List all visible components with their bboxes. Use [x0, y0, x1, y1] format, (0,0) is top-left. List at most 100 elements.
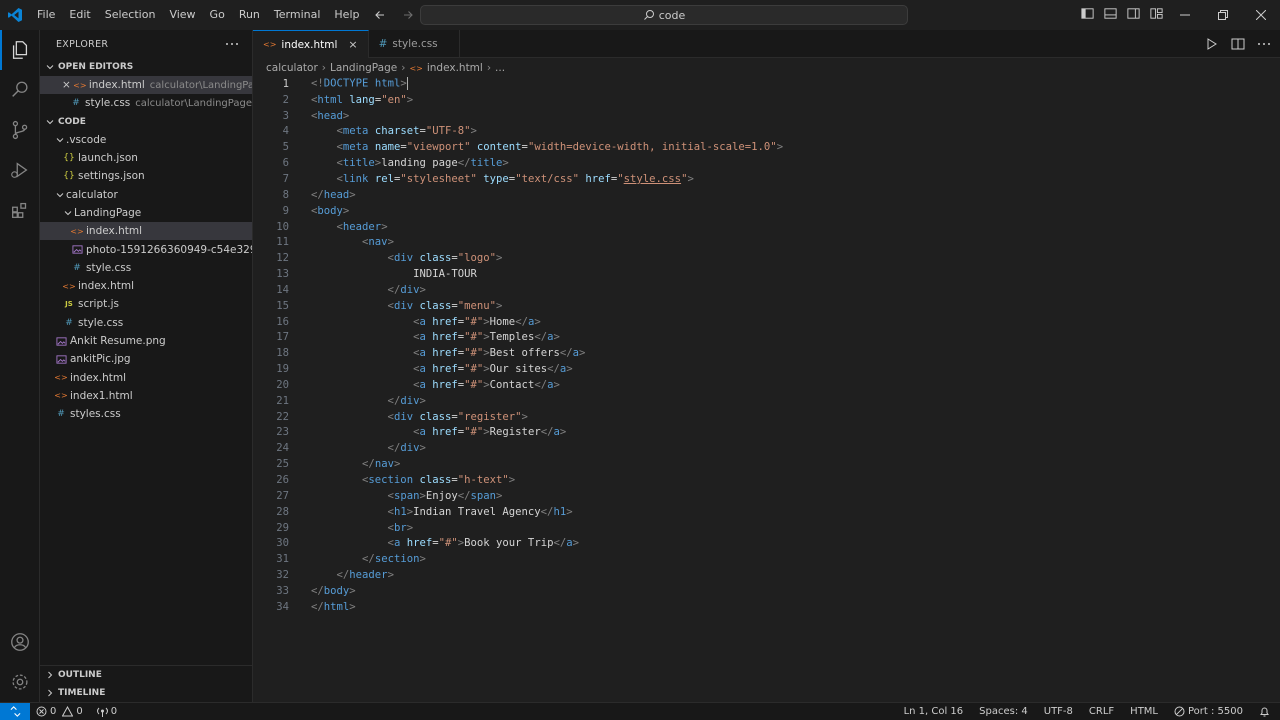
problems-indicator[interactable]: 0 0 0 [36, 706, 117, 717]
menu-help[interactable]: Help [327, 0, 366, 30]
back-arrow-icon[interactable] [372, 6, 388, 24]
end-of-line[interactable]: CRLF [1089, 706, 1114, 717]
breadcrumb-item[interactable]: LandingPage [330, 62, 397, 74]
toggle-secondary-sidebar-icon[interactable] [1126, 6, 1141, 21]
outline-section[interactable]: OUTLINE [40, 666, 253, 684]
code-line[interactable]: 32 </header> [253, 567, 1280, 583]
close-icon[interactable]: × [348, 38, 357, 51]
menu-go[interactable]: Go [203, 0, 232, 30]
file-item[interactable]: {} settings.json [40, 167, 252, 185]
breadcrumb-item[interactable]: index.html [427, 62, 483, 74]
file-item[interactable]: Ankit Resume.png [40, 332, 252, 350]
code-line[interactable]: 15 <div class="menu"> [253, 298, 1280, 314]
encoding[interactable]: UTF-8 [1044, 706, 1073, 717]
toggle-panel-icon[interactable] [1103, 6, 1118, 21]
file-item[interactable]: <> index.html [40, 277, 252, 295]
indentation[interactable]: Spaces: 4 [979, 706, 1028, 717]
code-line[interactable]: 8 </head> [253, 187, 1280, 203]
code-line[interactable]: 11 <nav> [253, 234, 1280, 250]
menu-view[interactable]: View [162, 0, 202, 30]
menu-file[interactable]: File [30, 0, 62, 30]
code-line[interactable]: 20 <a href="#">Contact</a> [253, 377, 1280, 393]
ports-indicator[interactable]: 0 [96, 706, 117, 717]
open-editor-item[interactable]: ×<>index.html calculator\LandingPage [40, 76, 252, 95]
code-line[interactable]: 19 <a href="#">Our sites</a> [253, 361, 1280, 377]
code-line[interactable]: 10 <header> [253, 219, 1280, 235]
code-line[interactable]: 12 <div class="logo"> [253, 250, 1280, 266]
more-actions-icon[interactable] [1256, 36, 1272, 52]
folder-item[interactable]: calculator [40, 185, 252, 203]
explorer-icon[interactable] [0, 30, 40, 70]
workspace-section[interactable]: CODE [40, 113, 252, 131]
code-line[interactable]: 6 <title>landing page</title> [253, 155, 1280, 171]
file-item[interactable]: # styles.css [40, 405, 252, 423]
code-line[interactable]: 18 <a href="#">Best offers</a> [253, 345, 1280, 361]
code-line[interactable]: 25 </nav> [253, 456, 1280, 472]
forward-arrow-icon[interactable] [400, 6, 416, 24]
close-window-icon[interactable] [1242, 0, 1280, 30]
close-icon[interactable]: × [62, 79, 71, 91]
code-line[interactable]: 9 <body> [253, 203, 1280, 219]
tab-style-css[interactable]: # style.css [369, 30, 460, 58]
search-activity-icon[interactable] [0, 70, 40, 110]
code-line[interactable]: 22 <div class="register"> [253, 409, 1280, 425]
code-line[interactable]: 31 </section> [253, 551, 1280, 567]
code-line[interactable]: 27 <span>Enjoy</span> [253, 488, 1280, 504]
extensions-icon[interactable] [0, 190, 40, 230]
code-line[interactable]: 7 <link rel="stylesheet" type="text/css"… [253, 171, 1280, 187]
code-line[interactable]: 26 <section class="h-text"> [253, 472, 1280, 488]
menu-selection[interactable]: Selection [98, 0, 163, 30]
file-item[interactable]: JS script.js [40, 295, 252, 313]
code-line[interactable]: 34 </html> [253, 599, 1280, 615]
file-item[interactable]: ankitPic.jpg [40, 350, 252, 368]
customize-layout-icon[interactable] [1149, 6, 1164, 21]
folder-item[interactable]: .vscode [40, 131, 252, 149]
manage-gear-icon[interactable] [0, 662, 40, 702]
file-item[interactable]: <> index.html [40, 368, 252, 386]
file-item[interactable]: {} launch.json [40, 149, 252, 167]
code-line[interactable]: 23 <a href="#">Register</a> [253, 425, 1280, 441]
file-item[interactable]: <> index.html [40, 222, 252, 241]
open-editors-section[interactable]: OPEN EDITORS [40, 58, 252, 76]
command-center-search[interactable]: code [420, 5, 908, 25]
menu-edit[interactable]: Edit [62, 0, 97, 30]
code-line[interactable]: 33 </body> [253, 583, 1280, 599]
accounts-icon[interactable] [0, 622, 40, 662]
code-line[interactable]: 4 <meta charset="UTF-8"> [253, 124, 1280, 140]
code-line[interactable]: 24 </div> [253, 440, 1280, 456]
code-line[interactable]: 13 INDIA-TOUR [253, 266, 1280, 282]
file-item[interactable]: # style.css [40, 259, 252, 277]
folder-item[interactable]: LandingPage [40, 204, 252, 222]
code-line[interactable]: 1 <!DOCTYPE html> [253, 76, 1280, 92]
minimize-icon[interactable] [1166, 0, 1204, 30]
source-control-icon[interactable] [0, 110, 40, 150]
breadcrumb-item[interactable]: ... [495, 62, 505, 74]
code-line[interactable]: 16 <a href="#">Home</a> [253, 314, 1280, 330]
code-line[interactable]: 17 <a href="#">Temples</a> [253, 330, 1280, 346]
code-line[interactable]: 5 <meta name="viewport" content="width=d… [253, 139, 1280, 155]
notifications-bell-icon[interactable] [1259, 706, 1270, 717]
code-line[interactable]: 2 <html lang="en"> [253, 92, 1280, 108]
remote-indicator-icon[interactable] [0, 702, 30, 720]
timeline-section[interactable]: TIMELINE [40, 684, 253, 702]
menu-terminal[interactable]: Terminal [267, 0, 328, 30]
restore-icon[interactable] [1204, 0, 1242, 30]
open-editor-item[interactable]: # style.css calculator\LandingPage [40, 94, 252, 112]
menu-run[interactable]: Run [232, 0, 267, 30]
cursor-position[interactable]: Ln 1, Col 16 [904, 706, 964, 717]
file-item[interactable]: <> index1.html [40, 387, 252, 405]
split-editor-icon[interactable] [1230, 36, 1246, 52]
code-line[interactable]: 21 </div> [253, 393, 1280, 409]
tab-index-html[interactable]: <> index.html × [253, 30, 369, 58]
live-server-port[interactable]: Port : 5500 [1174, 706, 1243, 717]
more-actions-icon[interactable] [224, 36, 240, 52]
file-item[interactable]: # style.css [40, 314, 252, 332]
toggle-primary-sidebar-icon[interactable] [1080, 6, 1095, 21]
code-line[interactable]: 3 <head> [253, 108, 1280, 124]
code-line[interactable]: 29 <br> [253, 520, 1280, 536]
run-debug-icon[interactable] [0, 150, 40, 190]
code-line[interactable]: 14 </div> [253, 282, 1280, 298]
breadcrumb-item[interactable]: calculator [266, 62, 318, 74]
run-play-icon[interactable] [1204, 36, 1220, 52]
code-editor[interactable]: 1 <!DOCTYPE html> 2 <html lang="en"> 3 <head>… [253, 76, 1280, 615]
